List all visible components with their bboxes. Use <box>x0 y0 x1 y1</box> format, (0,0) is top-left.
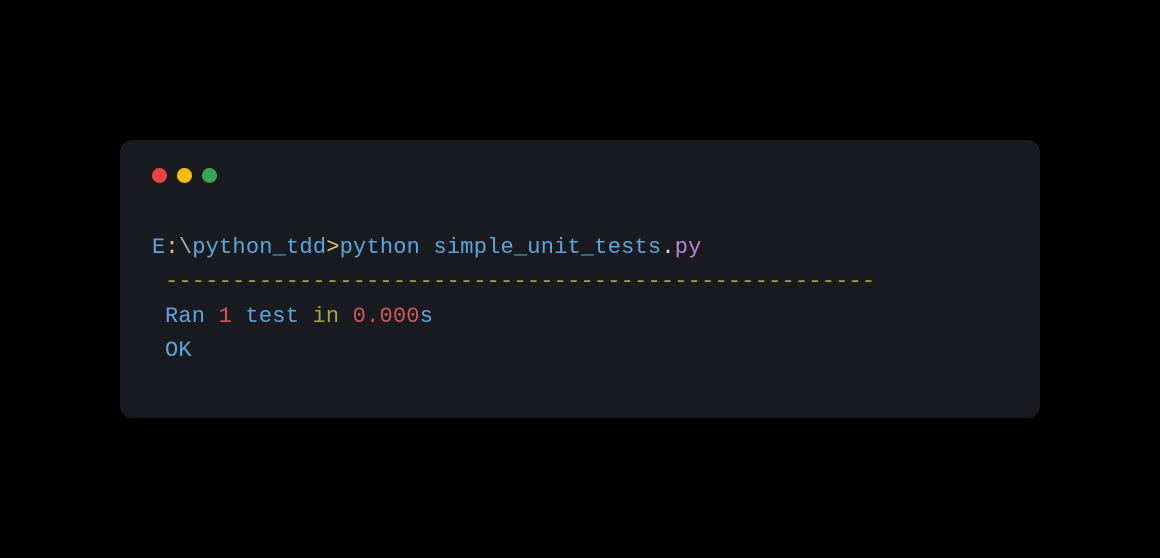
prompt-drive: E <box>152 235 165 260</box>
prompt-backslash: \ <box>179 235 192 260</box>
command-name: python <box>340 235 420 260</box>
status-ok: OK <box>165 338 192 363</box>
space <box>299 304 312 329</box>
prompt-colon: : <box>165 235 178 260</box>
in-word: in <box>312 304 339 329</box>
duration-value: 0.000 <box>353 304 420 329</box>
close-icon[interactable] <box>152 168 167 183</box>
duration-unit: s <box>420 304 433 329</box>
test-count: 1 <box>219 304 232 329</box>
maximize-icon[interactable] <box>202 168 217 183</box>
minimize-icon[interactable] <box>177 168 192 183</box>
ran-word: Ran <box>165 304 205 329</box>
prompt-directory: python_tdd <box>192 235 326 260</box>
space <box>420 235 433 260</box>
space <box>205 304 218 329</box>
space <box>232 304 245 329</box>
terminal-window: E:\python_tdd>python simple_unit_tests.p… <box>120 140 1040 417</box>
script-extension: py <box>675 235 702 260</box>
terminal-output: E:\python_tdd>python simple_unit_tests.p… <box>152 231 1008 367</box>
script-filename: simple_unit_tests <box>433 235 661 260</box>
test-result-line: Ran 1 test in 0.000s <box>152 300 1008 334</box>
command-prompt-line: E:\python_tdd>python simple_unit_tests.p… <box>152 231 1008 265</box>
space <box>339 304 352 329</box>
prompt-gt: > <box>326 235 339 260</box>
filename-dot: . <box>661 235 674 260</box>
test-word: test <box>245 304 299 329</box>
status-line: OK <box>152 334 1008 368</box>
separator-line: ----------------------------------------… <box>152 265 1008 299</box>
window-titlebar <box>152 168 1008 183</box>
separator-dashes: ----------------------------------------… <box>165 269 875 294</box>
